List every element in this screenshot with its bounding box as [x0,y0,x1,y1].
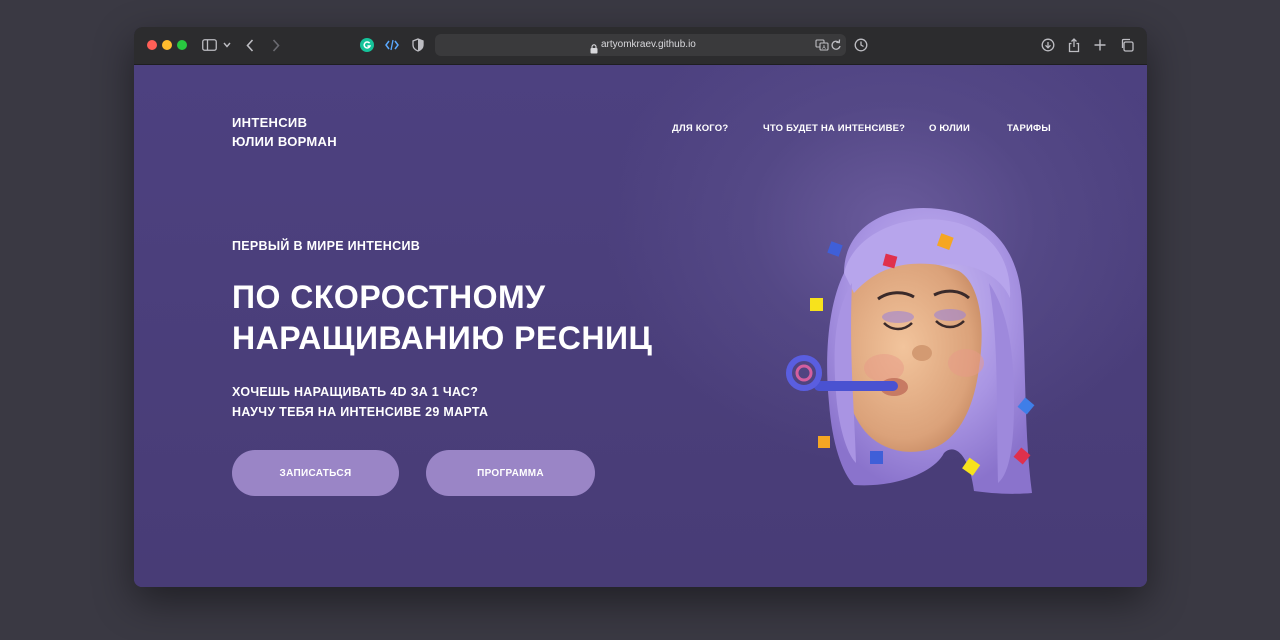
site-logo[interactable]: ИНТЕНСИВ ЮЛИИ ВОРМАН [232,113,337,151]
grammarly-icon[interactable] [360,35,374,55]
confetti-orange-2 [818,436,830,448]
party-horn-coil-inner [795,364,813,382]
nav-link-for-whom[interactable]: ДЛЯ КОГО? [672,123,728,134]
shield-icon[interactable] [412,35,424,55]
code-icon[interactable] [385,35,399,55]
share-icon[interactable] [1068,35,1080,55]
party-horn [814,381,898,391]
zoom-window-button[interactable] [177,40,187,50]
hero-eyebrow: ПЕРВЫЙ В МИРЕ ИНТЕНСИВ [232,239,421,253]
forward-icon[interactable] [272,35,280,55]
confetti-blue-3 [870,451,883,464]
hero-subtitle-line-2: НАУЧУ ТЕБЯ НА ИНТЕНСИВЕ 29 МАРТА [232,405,489,419]
hero-title-line-1: ПО СКОРОСТНОМУ [232,279,546,315]
translate-icon[interactable]: A [815,37,829,56]
close-window-button[interactable] [147,40,157,50]
program-button[interactable]: ПРОГРАММА [426,450,595,496]
left-eyeshadow [882,311,914,323]
confetti-blue-1 [827,241,843,257]
web-page: ИНТЕНСИВ ЮЛИИ ВОРМАН ДЛЯ КОГО? ЧТО БУДЕТ… [134,65,1147,587]
minimize-window-button[interactable] [162,40,172,50]
right-cheek [948,349,984,377]
nav-link-pricing[interactable]: ТАРИФЫ [1007,123,1051,134]
sidebar-icon[interactable] [202,35,217,55]
right-eyeshadow [934,309,966,321]
new-tab-icon[interactable] [1094,35,1106,55]
tabs-icon[interactable] [1120,35,1134,55]
address-bar[interactable]: artyomkraev.github.io A [435,34,846,56]
download-icon[interactable] [1041,35,1055,55]
hero-subtitle: ХОЧЕШЬ НАРАЩИВАТЬ 4D ЗА 1 ЧАС? НАУЧУ ТЕБ… [232,382,488,422]
party-horn-coil [786,355,822,391]
reload-icon[interactable] [830,37,842,56]
url-text: artyomkraev.github.io [601,39,696,50]
clock-icon[interactable] [854,35,868,55]
lock-icon [590,39,598,58]
browser-toolbar: artyomkraev.github.io A [134,27,1147,65]
browser-window: artyomkraev.github.io A ИНТЕНСИВ ЮЛИИ ВО [134,27,1147,587]
memoji-avatar-illustration [786,207,1035,494]
confetti-yellow-1 [810,298,823,311]
hero-subtitle-line-1: ХОЧЕШЬ НАРАЩИВАТЬ 4D ЗА 1 ЧАС? [232,385,479,399]
nav-link-program-content[interactable]: ЧТО БУДЕТ НА ИНТЕНСИВЕ? [763,123,905,134]
svg-text:A: A [822,45,826,51]
hero-title-line-2: НАРАЩИВАНИЮ РЕСНИЦ [232,320,653,356]
hero-title: ПО СКОРОСТНОМУ НАРАЩИВАНИЮ РЕСНИЦ [232,277,652,359]
nose [912,345,932,361]
back-icon[interactable] [246,35,254,55]
logo-line-2: ЮЛИИ ВОРМАН [232,134,337,149]
logo-line-1: ИНТЕНСИВ [232,115,308,130]
left-cheek [864,354,904,382]
signup-button[interactable]: ЗАПИСАТЬСЯ [232,450,399,496]
nav-link-about[interactable]: О ЮЛИИ [929,123,970,134]
chevron-down-icon[interactable] [223,35,231,55]
